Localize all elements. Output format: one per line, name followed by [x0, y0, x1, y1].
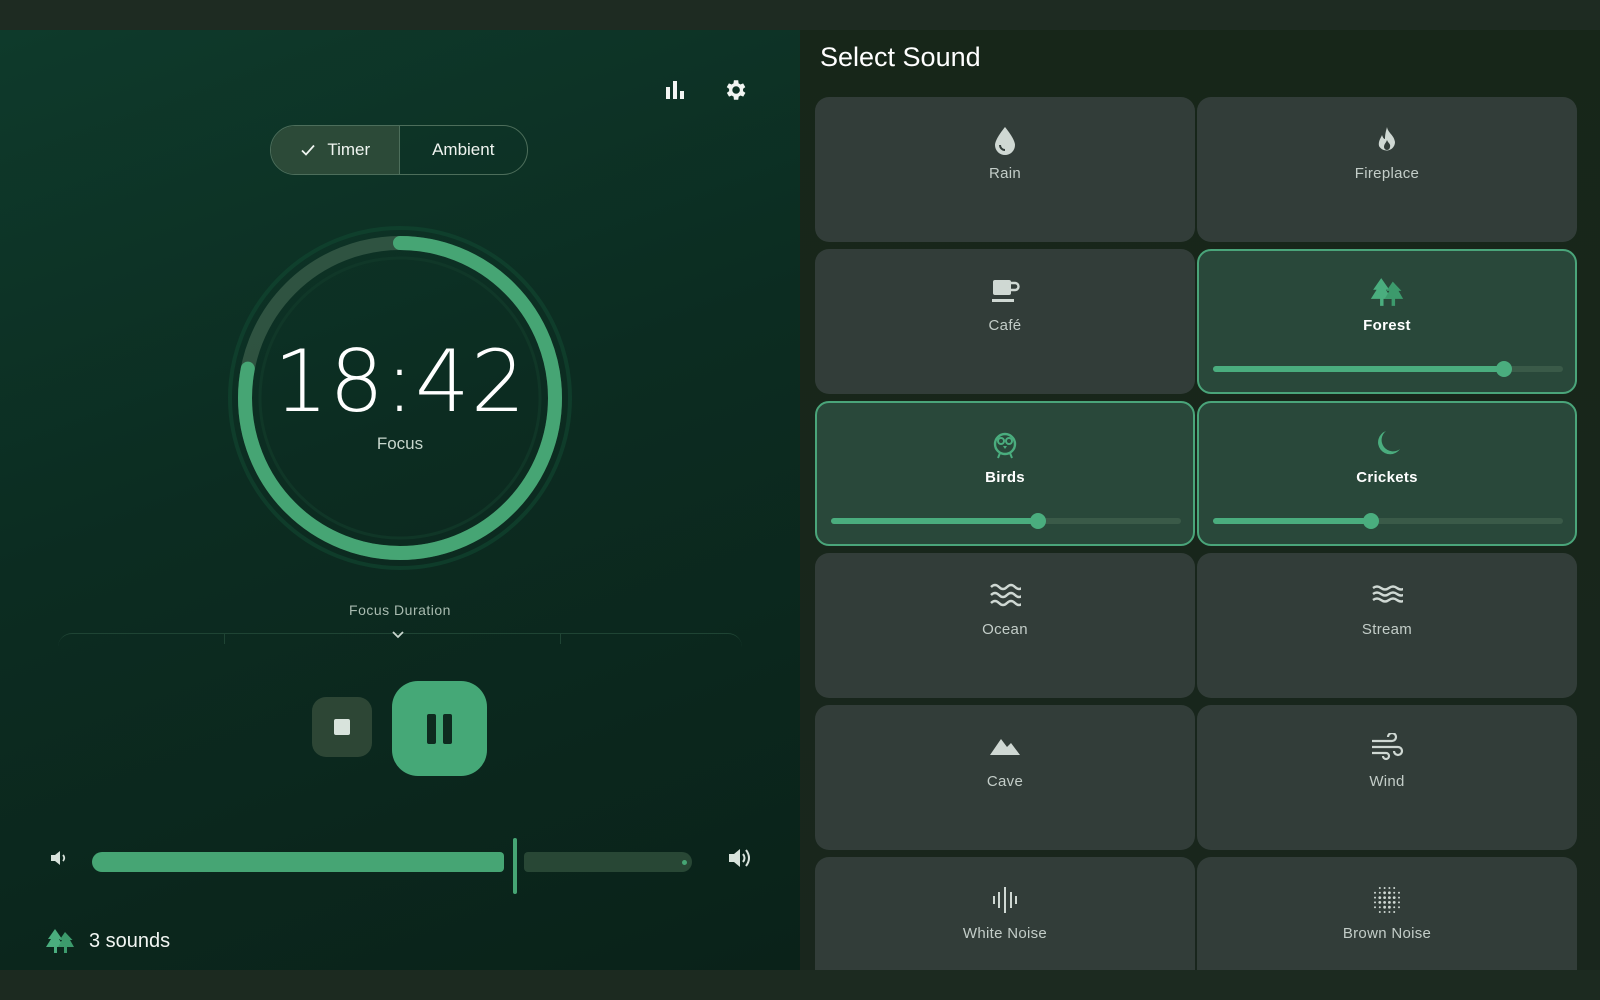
- mode-toggle: Timer Ambient: [270, 125, 528, 175]
- volume-fill: [92, 852, 504, 872]
- slider-knob[interactable]: [1362, 513, 1379, 529]
- volume-track-rest: [524, 852, 692, 872]
- sound-label: Stream: [1361, 621, 1413, 638]
- stream-icon: [1372, 585, 1403, 603]
- session-label: Focus: [376, 434, 424, 453]
- sound-tile-birds[interactable]: Birds: [815, 401, 1195, 546]
- focus-duration-label: Focus Duration: [349, 602, 451, 618]
- sound-label: Crickets: [1356, 469, 1418, 486]
- sound-label: Wind: [1369, 773, 1405, 790]
- stats-button[interactable]: [655, 70, 695, 110]
- check-icon: [301, 144, 316, 156]
- chevron-down-icon[interactable]: [391, 630, 405, 640]
- sound-panel-title: Select Sound: [820, 42, 981, 72]
- settings-button[interactable]: [715, 70, 755, 110]
- forest-volume-slider[interactable]: [1213, 359, 1563, 379]
- waves-icon: [990, 583, 1021, 607]
- sound-label: White Noise: [962, 925, 1048, 942]
- crickets-volume-slider[interactable]: [1213, 511, 1563, 531]
- sound-wave-icon: [993, 887, 1017, 913]
- slider-knob[interactable]: [1495, 361, 1512, 377]
- sound-tile-cave[interactable]: Cave: [815, 705, 1195, 850]
- sound-tile-crickets[interactable]: Crickets: [1197, 401, 1577, 546]
- sound-panel: Select Sound Rain Fireplace Café Forest …: [800, 30, 1600, 970]
- sounds-count-label: 3 sounds: [89, 929, 171, 952]
- birds-volume-slider[interactable]: [831, 511, 1181, 531]
- pause-icon: [427, 713, 436, 744]
- sound-label: Brown Noise: [1342, 925, 1432, 942]
- sound-label: Birds: [985, 469, 1025, 486]
- sound-label: Forest: [1363, 317, 1411, 334]
- sound-tile-white-noise[interactable]: White Noise: [815, 857, 1195, 970]
- bottom-bar: [0, 970, 1600, 1000]
- mountain-icon: [990, 739, 1020, 755]
- volume-handle[interactable]: [513, 838, 517, 894]
- timer-mode-label: Timer: [327, 140, 371, 159]
- top-bar: [0, 0, 1600, 30]
- timer-mode-button[interactable]: Timer: [271, 126, 400, 174]
- sound-label: Cave: [986, 773, 1024, 790]
- active-sounds-indicator[interactable]: 3 sounds: [45, 928, 170, 954]
- wind-icon: [1372, 733, 1404, 761]
- sound-tile-ocean[interactable]: Ocean: [815, 553, 1195, 698]
- sound-tile-brown-noise[interactable]: Brown Noise: [1197, 857, 1577, 970]
- volume-high-icon[interactable]: [726, 845, 754, 871]
- sound-label: Rain: [988, 165, 1022, 182]
- sound-label: Fireplace: [1354, 165, 1420, 182]
- ambient-mode-label: Ambient: [432, 140, 495, 159]
- bar-chart-icon: [666, 81, 684, 99]
- sound-tile-forest[interactable]: Forest: [1197, 249, 1577, 394]
- moon-icon: [1378, 431, 1400, 455]
- sound-tile-cafe[interactable]: Café: [815, 249, 1195, 394]
- ambient-mode-button[interactable]: Ambient: [400, 126, 528, 174]
- sound-tile-rain[interactable]: Rain: [815, 97, 1195, 242]
- forest-icon: [1370, 278, 1404, 306]
- stop-button[interactable]: [312, 697, 372, 757]
- sound-tile-wind[interactable]: Wind: [1197, 705, 1577, 850]
- sound-label: Café: [988, 317, 1022, 334]
- pause-button[interactable]: [392, 681, 487, 776]
- master-volume-slider[interactable]: [92, 838, 708, 894]
- noise-dots-icon: [1374, 887, 1400, 913]
- bird-icon: [993, 432, 1017, 459]
- volume-end-dot: [682, 860, 687, 865]
- forest-icon: [46, 929, 74, 953]
- pause-icon-bar: [443, 713, 452, 744]
- sound-tile-stream[interactable]: Stream: [1197, 553, 1577, 698]
- fire-icon: [1378, 127, 1395, 151]
- water-drop-icon: [995, 127, 1015, 155]
- coffee-cup-icon: [992, 280, 1020, 302]
- slider-knob[interactable]: [1029, 513, 1046, 529]
- timer-panel: Timer Ambient 18:42 Focus Focus Duration: [0, 30, 800, 970]
- sound-label: Ocean: [982, 621, 1028, 638]
- volume-low-icon[interactable]: [48, 847, 70, 869]
- sound-tile-fireplace[interactable]: Fireplace: [1197, 97, 1577, 242]
- time-display: 18:42: [273, 332, 527, 432]
- gear-icon: [726, 80, 746, 100]
- timer-ring: 18:42 Focus: [222, 220, 578, 576]
- stop-icon: [334, 719, 350, 735]
